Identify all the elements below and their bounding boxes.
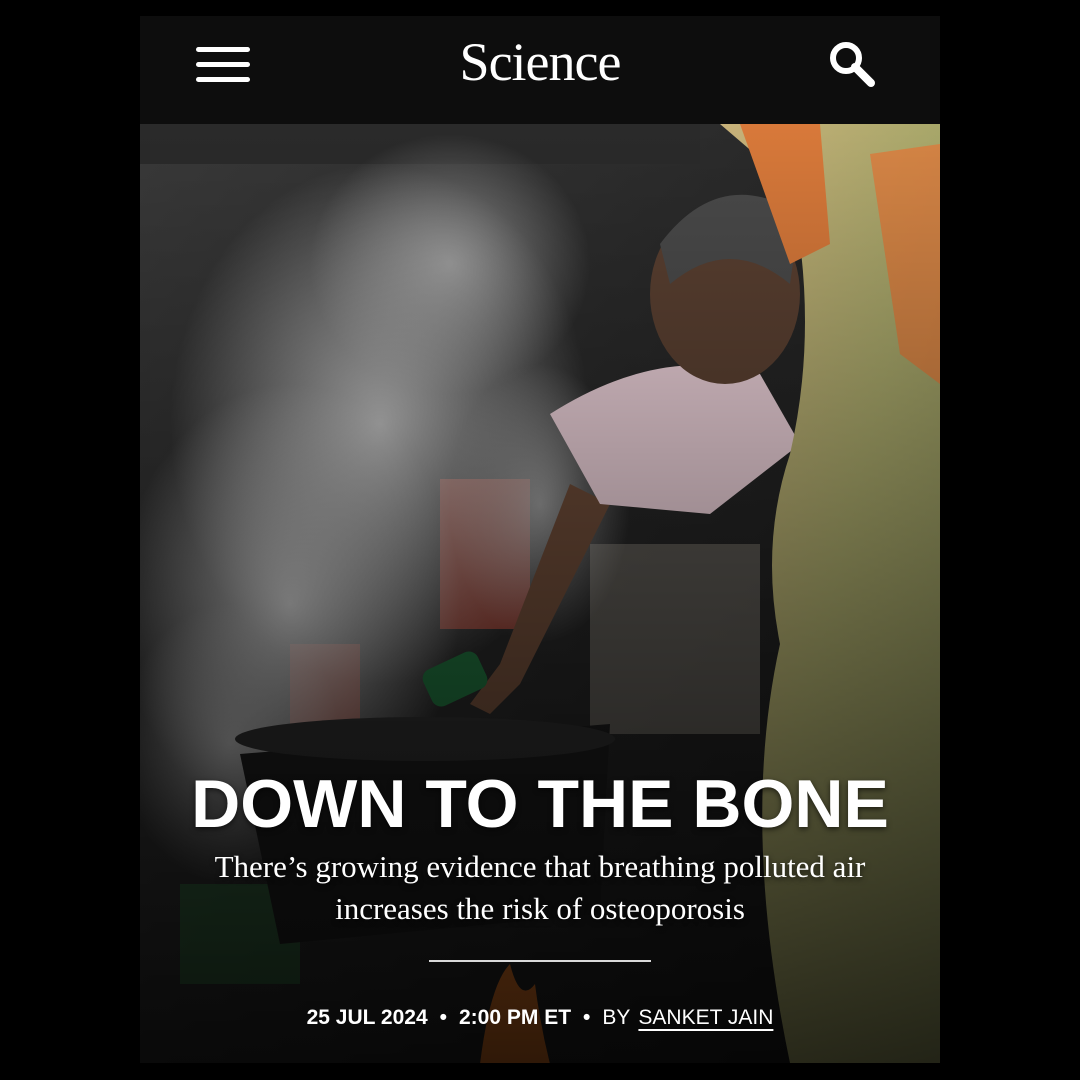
search-icon[interactable] [826,38,880,92]
article-time: 2:00 PM ET [459,1006,572,1029]
hero-section: DOWN TO THE BONE There’s growing evidenc… [140,124,940,1063]
meta-separator: • [439,1006,447,1029]
article-date: 25 JUL 2024 [306,1006,428,1029]
phone-screen: Science DOWN TO THE BONE There’s growing… [140,16,940,1063]
divider-line [429,960,651,962]
science-logo[interactable]: Science [140,30,940,94]
byline-prefix: BY [602,1006,631,1029]
meta-separator: • [583,1006,591,1029]
top-navigation-bar: Science [140,16,940,124]
author-link[interactable]: SANKET JAIN [638,1006,773,1029]
article-dek: There’s growing evidence that breathing … [214,849,866,926]
article-meta: 25 JUL 2024 • 2:00 PM ET • BY SANKET JAIN [140,1004,940,1032]
article-headline[interactable]: DOWN TO THE BONE [140,764,940,844]
